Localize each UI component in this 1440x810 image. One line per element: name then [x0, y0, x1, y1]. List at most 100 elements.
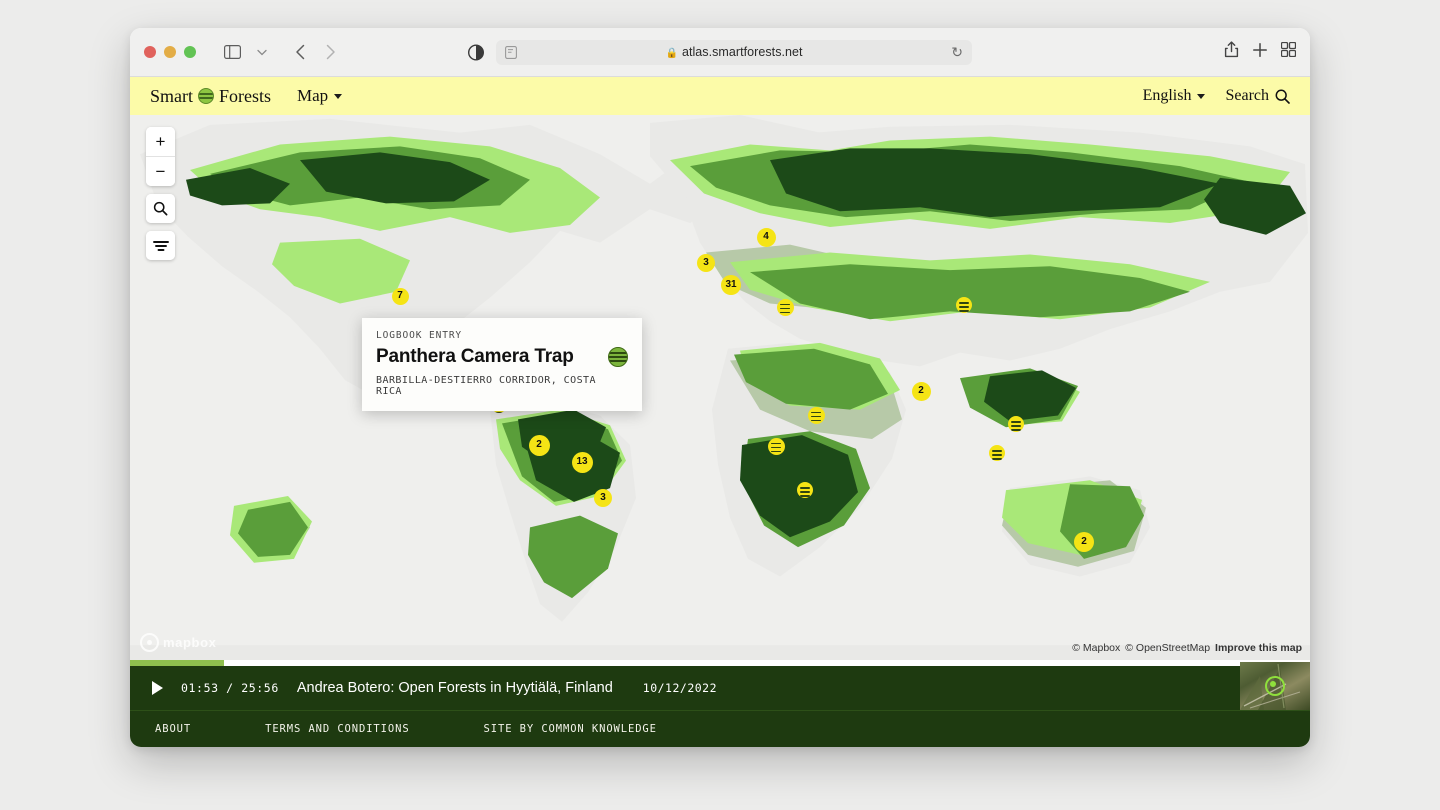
mapbox-wordmark: mapbox	[163, 635, 217, 650]
logbook-stripes-icon	[991, 447, 1003, 460]
brand-first-word: Smart	[150, 85, 193, 106]
marker-count-label: 2	[536, 439, 542, 450]
zoom-control-group: + −	[146, 127, 175, 186]
marker-count-label: 4	[763, 231, 769, 242]
map-search-control	[146, 194, 175, 223]
marker-count-label: 3	[600, 492, 606, 503]
minimize-window-button[interactable]	[164, 46, 176, 58]
thumbnail-logo-icon	[1265, 676, 1285, 696]
map-marker-cluster[interactable]: 31	[721, 275, 741, 295]
map-marker-logbook[interactable]	[989, 445, 1005, 461]
map-marker-cluster[interactable]: 3	[697, 254, 715, 272]
footer-link-terms[interactable]: TERMS AND CONDITIONS	[265, 723, 409, 735]
marker-count-label: 3	[703, 257, 709, 268]
attribution-mapbox[interactable]: © Mapbox	[1072, 642, 1120, 654]
logbook-popup[interactable]: LOGBOOK ENTRY Panthera Camera Trap BARBI…	[362, 318, 642, 411]
footer-link-credits[interactable]: SITE BY COMMON KNOWLEDGE	[484, 723, 657, 735]
map-marker-cluster[interactable]: 3	[594, 489, 612, 507]
world-map-graphic	[130, 115, 1310, 660]
url-text-wrapper: 🔒 atlas.smartforests.net	[496, 45, 972, 59]
brand-second-word: Forests	[219, 85, 272, 106]
back-button[interactable]	[286, 39, 314, 65]
total-duration: 25:56	[241, 681, 279, 695]
map-marker-cluster[interactable]: 4	[756, 227, 776, 247]
logbook-stripes-icon	[799, 484, 811, 497]
map-marker-cluster[interactable]: 7	[391, 287, 409, 305]
nav-item-map[interactable]: Map	[297, 86, 343, 106]
map-marker-logbook[interactable]	[956, 297, 972, 313]
browser-toolbar: 🔒 atlas.smartforests.net ↻	[130, 28, 1310, 77]
map-marker-logbook[interactable]	[807, 406, 825, 424]
map-filter-control	[146, 231, 175, 260]
toolbar-right-actions	[1224, 41, 1297, 63]
marker-count-label: 7	[397, 290, 403, 301]
zoom-out-button[interactable]: −	[146, 156, 175, 186]
map-marker-cluster[interactable]: 2	[1074, 532, 1094, 552]
map-marker-cluster[interactable]: 13	[571, 451, 593, 473]
chevron-down-icon	[1197, 93, 1206, 99]
reader-mode-icon[interactable]	[468, 44, 484, 61]
url-text: atlas.smartforests.net	[681, 45, 803, 59]
chevron-down-icon	[334, 93, 343, 99]
play-icon[interactable]	[152, 681, 163, 695]
mapbox-logo[interactable]: mapbox	[140, 633, 216, 652]
close-window-button[interactable]	[144, 46, 156, 58]
footer-link-about[interactable]: ABOUT	[155, 723, 191, 735]
logbook-badge-icon	[608, 347, 628, 367]
audio-player-bar: 01:53 / 25:56 Andrea Botero: Open Forest…	[130, 662, 1310, 710]
zoom-in-button[interactable]: +	[146, 127, 175, 156]
search-button[interactable]: Search	[1225, 87, 1290, 105]
map-controls: + −	[146, 127, 175, 260]
time-separator: /	[226, 681, 234, 695]
maximize-window-button[interactable]	[184, 46, 196, 58]
mapbox-circle-icon	[140, 633, 159, 652]
marker-count-label: 2	[1081, 536, 1087, 547]
nav-map-label: Map	[297, 86, 329, 105]
filter-icon[interactable]	[146, 231, 175, 260]
marker-count-label: 31	[725, 279, 737, 290]
search-icon	[1275, 89, 1290, 104]
tab-overview-icon[interactable]	[1280, 41, 1297, 62]
navigation-controls	[218, 39, 344, 65]
map-attribution: © Mapbox © OpenStreetMap Improve this ma…	[1072, 642, 1302, 654]
reload-icon[interactable]: ↻	[951, 44, 963, 61]
search-label: Search	[1225, 87, 1269, 104]
language-selector[interactable]: English	[1143, 87, 1206, 105]
map-marker-logbook[interactable]	[1008, 416, 1024, 432]
episode-thumbnail[interactable]	[1240, 662, 1310, 710]
map-marker-cluster[interactable]: 2	[911, 381, 931, 401]
logbook-stripes-icon	[810, 409, 822, 422]
current-time: 01:53	[181, 681, 219, 695]
logbook-stripes-icon	[958, 299, 970, 312]
sidebar-dropdown-icon[interactable]	[248, 39, 276, 65]
player-timestamp: 01:53 / 25:56	[181, 681, 279, 695]
map-marker-cluster[interactable]: 2	[528, 434, 550, 456]
attribution-osm[interactable]: © OpenStreetMap	[1125, 642, 1210, 654]
new-tab-icon[interactable]	[1252, 42, 1268, 63]
navbar-right: English Search	[1143, 87, 1290, 105]
map-search-icon[interactable]	[146, 194, 175, 223]
window-traffic-lights	[144, 46, 196, 58]
map-marker-logbook[interactable]	[797, 482, 813, 498]
language-label: English	[1142, 87, 1192, 104]
share-icon[interactable]	[1224, 41, 1239, 63]
logbook-stripes-icon	[770, 440, 782, 453]
popup-title-row: Panthera Camera Trap	[376, 346, 628, 368]
lock-icon: 🔒	[665, 48, 678, 59]
forward-button[interactable]	[316, 39, 344, 65]
improve-map-link[interactable]: Improve this map	[1215, 642, 1302, 654]
site-footer: ABOUT TERMS AND CONDITIONS SITE BY COMMO…	[130, 710, 1310, 747]
logbook-stripes-icon	[1010, 418, 1022, 431]
map-marker-logbook[interactable]	[776, 298, 794, 316]
map-canvas[interactable]: + − 7 4 3 31 2 13 3 2 2 LOGBOOK ENTRY Pa…	[130, 115, 1310, 660]
player-episode-title[interactable]: Andrea Botero: Open Forests in Hyytiälä,…	[297, 680, 613, 696]
browser-window: 🔒 atlas.smartforests.net ↻ Smart Forests…	[130, 28, 1310, 747]
logbook-stripes-icon	[779, 301, 791, 314]
marker-count-label: 13	[576, 456, 588, 467]
site-brand[interactable]: Smart Forests	[150, 86, 271, 107]
marker-count-label: 2	[918, 385, 924, 396]
url-input[interactable]: 🔒 atlas.smartforests.net ↻	[496, 39, 972, 65]
map-marker-logbook[interactable]	[767, 437, 785, 455]
sidebar-icon[interactable]	[218, 39, 246, 65]
smart-forests-logo-icon	[198, 88, 214, 104]
